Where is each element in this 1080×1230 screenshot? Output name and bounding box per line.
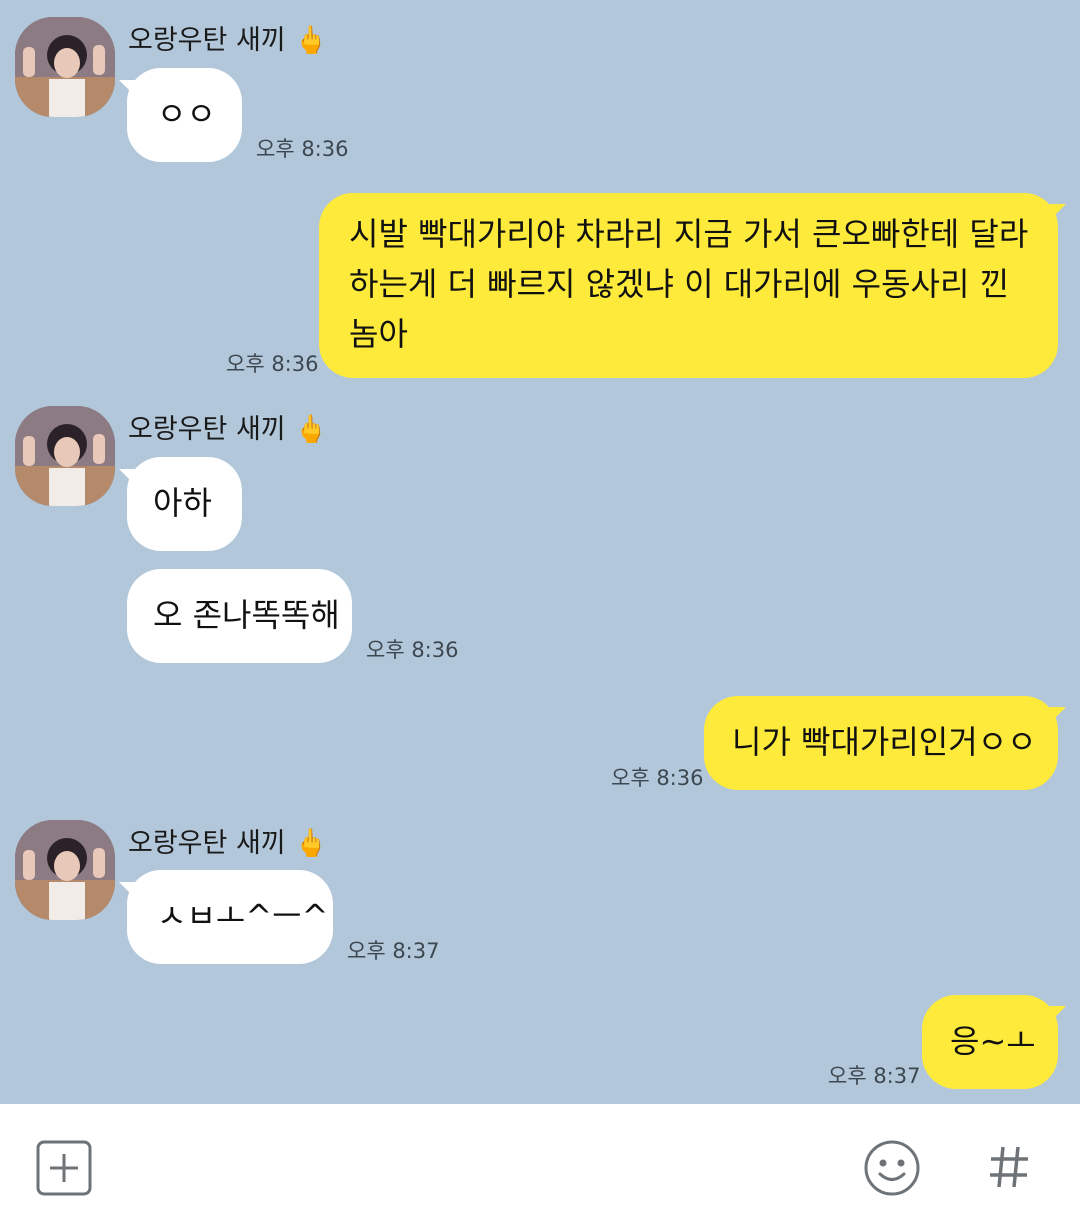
- message-bubble-outgoing[interactable]: 시발 빡대가리야 차라리 지금 가서 큰오빠한테 달라하는게 더 빠르지 않겠냐…: [319, 193, 1058, 378]
- message-text: 니가 빡대가리인거ㅇㅇ: [732, 723, 1037, 761]
- message-bubble-incoming[interactable]: 오 존나똑똑해: [127, 569, 352, 663]
- bubble-tail: [1050, 1006, 1066, 1022]
- middle-finger-icon: 🖕: [294, 828, 328, 859]
- message-bubble-incoming[interactable]: ㅇㅇ: [127, 68, 242, 162]
- message-time: 오후 8:36: [366, 638, 459, 662]
- bubble-tail: [1050, 707, 1066, 723]
- bubble-tail: [1050, 204, 1066, 220]
- emoji-icon[interactable]: [863, 1139, 921, 1201]
- message-text: 오 존나똑똑해: [153, 596, 340, 634]
- message-text: 시발 빡대가리야 차라리 지금 가서 큰오빠한테 달라하는게 더 빠르지 않겠냐…: [349, 215, 1029, 353]
- bubble-tail: [119, 80, 135, 96]
- sender-name-text: 오랑우탄 새끼: [128, 25, 286, 56]
- sender-name-text: 오랑우탄 새끼: [128, 828, 286, 859]
- message-time: 오후 8:37: [828, 1064, 921, 1088]
- sender-avatar[interactable]: [15, 17, 115, 117]
- sender-name: 오랑우탄 새끼 🖕: [128, 18, 328, 57]
- message-text: 아하: [153, 484, 212, 522]
- message-bubble-outgoing[interactable]: 응~ㅗ: [922, 995, 1058, 1089]
- message-bubble-incoming[interactable]: ㅅㅂㅗ^ㅡ^: [127, 870, 333, 964]
- message-text: ㅇㅇ: [157, 95, 216, 133]
- plus-icon[interactable]: [36, 1140, 92, 1200]
- middle-finger-icon: 🖕: [294, 414, 328, 445]
- message-text: 응~ㅗ: [950, 1022, 1036, 1060]
- message-time: 오후 8:36: [611, 766, 704, 790]
- input-bar: [0, 1104, 1080, 1230]
- message-time: 오후 8:37: [347, 939, 440, 963]
- message-bubble-incoming[interactable]: 아하: [127, 457, 242, 551]
- message-text: ㅅㅂㅗ^ㅡ^: [157, 897, 329, 935]
- sender-avatar[interactable]: [15, 406, 115, 506]
- sender-avatar[interactable]: [15, 820, 115, 920]
- hashtag-icon[interactable]: [988, 1144, 1030, 1194]
- message-time: 오후 8:36: [256, 137, 349, 161]
- bubble-tail: [119, 882, 135, 898]
- sender-name: 오랑우탄 새끼 🖕: [128, 821, 328, 860]
- message-bubble-outgoing[interactable]: 니가 빡대가리인거ㅇㅇ: [704, 696, 1058, 790]
- bubble-tail: [119, 469, 135, 485]
- message-time: 오후 8:36: [226, 352, 319, 376]
- sender-name: 오랑우탄 새끼 🖕: [128, 407, 328, 446]
- middle-finger-icon: 🖕: [294, 25, 328, 56]
- sender-name-text: 오랑우탄 새끼: [128, 414, 286, 445]
